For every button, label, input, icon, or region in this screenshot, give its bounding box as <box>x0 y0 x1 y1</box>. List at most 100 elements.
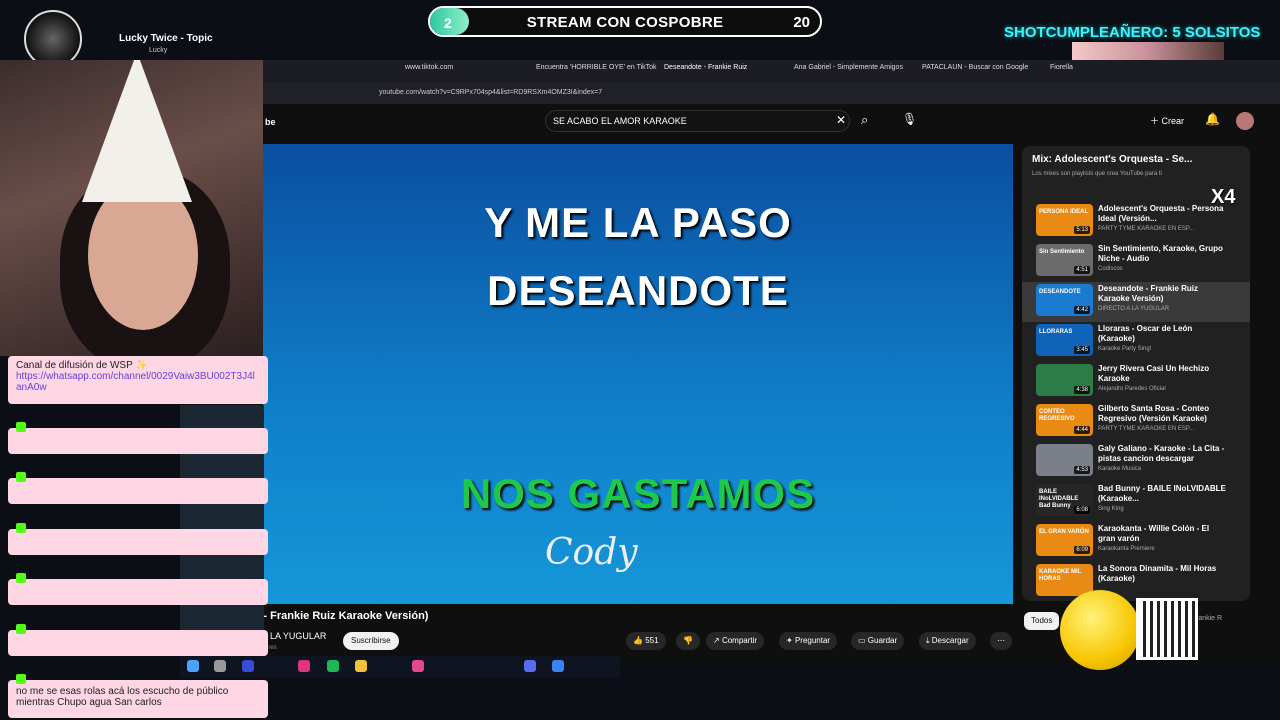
share-label: Compartir <box>721 636 758 645</box>
chat-link[interactable]: https://whatsapp.com/channel/0029Vaiw3BU… <box>16 371 260 393</box>
playlist-item[interactable]: CONTEO REGRESIVO 4:44 Gilberto Santa Rosa … <box>1022 402 1250 442</box>
playlist-item-title: La Sonora Dinamita - Mil Horas (Karaoke) <box>1098 564 1217 583</box>
subscribe-button[interactable]: Suscribirse <box>343 632 399 650</box>
playlist-duration: 4:42 <box>1074 306 1090 314</box>
tab-active-youtube[interactable]: Deseandote - Frankie Ruiz <box>664 64 747 71</box>
party-hat-icon <box>82 60 192 202</box>
chat-message <box>8 422 268 454</box>
playlist-thumbnail: EL GRAN VARÓN 6:09 <box>1036 524 1093 556</box>
tiktok-icon[interactable] <box>298 660 310 672</box>
search-icon[interactable]: ⌕ <box>861 112 868 128</box>
url-input[interactable]: youtube.com/watch?v=C9RPx704sp4&list=RD9… <box>365 86 955 100</box>
playlist-title: Mix: Adolescent's Orquesta - Se... <box>1032 154 1193 165</box>
app-icon[interactable] <box>552 660 564 672</box>
playlist-duration: 4:51 <box>1074 266 1090 274</box>
tab-ana-gabriel[interactable]: Ana Gabriel - Simplemente Amigos <box>794 64 903 71</box>
playlist-item-title: Gilberto Santa Rosa - Conteo Regresivo (… <box>1098 404 1210 423</box>
folder-icon[interactable] <box>355 660 367 672</box>
download-button[interactable]: ⤓ Descargar <box>919 632 976 650</box>
app-icon[interactable] <box>412 660 424 672</box>
discord-icon[interactable] <box>524 660 536 672</box>
ask-button[interactable]: ✦ Preguntar <box>779 632 838 650</box>
thumbnail-text: PERSONA IDEAL <box>1039 209 1089 215</box>
thumbnail-text: Sin Sentimiento <box>1039 249 1085 255</box>
video-player[interactable]: Y ME LA PASO DESEANDOTE NOS GASTAMOS Cod… <box>263 144 1013 604</box>
playlist-item[interactable]: EL GRAN VARÓN 6:09 Karaokanta - Willie Col… <box>1022 522 1250 562</box>
playlist-item[interactable]: LLORARAS 3:45 Lloraras - Oscar de León (Ka… <box>1022 322 1250 362</box>
kick-badge-icon <box>16 472 26 482</box>
playlist-thumbnail: LLORARAS 3:45 <box>1036 324 1093 356</box>
save-button[interactable]: ▭ Guardar <box>851 632 905 650</box>
tab-tiktok[interactable]: www.tiktok.com <box>405 64 453 71</box>
ask-label: Preguntar <box>794 636 831 645</box>
playlist-subtitle: Los mixes son playlists que crea YouTube… <box>1032 171 1162 177</box>
playlist-item[interactable]: 4:38 Jerry Rivera Casi Un Hechizo Karaoke… <box>1022 362 1250 402</box>
more-actions-button[interactable]: ⋯ <box>990 632 1012 650</box>
playlist-item[interactable]: KARAOKE MIL HORAS La Sonora Dinamita - Mi… <box>1022 562 1250 601</box>
playlist-thumbnail: DESEANDOTE 4:42 <box>1036 284 1093 316</box>
kick-badge-icon <box>16 422 26 432</box>
playlist-item-channel: Karaoke Party Sing! <box>1098 346 1152 352</box>
like-button[interactable]: 👍 551 <box>626 632 666 650</box>
chat-message <box>8 624 268 656</box>
playlist-duration: 6:09 <box>1074 546 1090 554</box>
kick-badge-icon <box>16 523 26 533</box>
filter-chip-next[interactable]: rankie R <box>1196 615 1222 622</box>
goal-target: 20 <box>793 14 810 31</box>
kick-badge-icon <box>16 573 26 583</box>
kick-badge-icon <box>16 624 26 634</box>
playlist-item-channel: PARTY TYME KARAOKE EN ESP... <box>1098 226 1195 232</box>
kick-badge-icon <box>16 674 26 684</box>
tab-google-search[interactable]: PATACLAUN - Buscar con Google <box>922 64 1028 71</box>
emoji-character-overlay <box>1060 590 1140 670</box>
playlist-item-channel: DIRECTO A LA YUGULAR <box>1098 306 1170 312</box>
dislike-button[interactable]: 👎 <box>676 632 700 650</box>
tab-tiktok-search[interactable]: Encuentra 'HORRIBLE OYE' en TikTok <box>536 64 657 71</box>
chat-text: no me se esas rolas acá los escucho de p… <box>16 686 229 708</box>
playlist-thumbnail: Sin Sentimiento 4:51 <box>1036 244 1093 276</box>
playlist-item[interactable]: DESEANDOTE 4:42 Deseandote - Frankie Ruiz … <box>1022 282 1250 322</box>
lyric-line-1: Y ME LA PASO <box>484 199 792 246</box>
youtube-logo[interactable]: be <box>265 117 276 127</box>
playlist-thumbnail: BAILE INoLVIDABLE Bad Bunny 6:08 <box>1036 484 1093 516</box>
spotify-icon[interactable] <box>327 660 339 672</box>
tab-fiorella[interactable]: Fiorella <box>1050 64 1073 71</box>
channel-name[interactable]: LA YUGULAR <box>270 631 326 641</box>
search-taskbar-icon[interactable] <box>214 660 226 672</box>
clear-search-icon[interactable]: ✕ <box>836 113 846 127</box>
playlist-item-channel: Karaoke Musica <box>1098 466 1142 472</box>
create-button[interactable]: ＋ Crear <box>1150 114 1184 127</box>
playlist-thumbnail: PERSONA IDEAL 5:13 <box>1036 204 1093 236</box>
lyric-line-2: DESEANDOTE <box>487 267 789 314</box>
song-title: Lucky Twice - Topic <box>119 33 213 44</box>
mic-icon[interactable]: 🎙 <box>902 112 917 126</box>
share-button[interactable]: ↗ Compartir <box>706 632 765 650</box>
playlist-item-channel: Alejandro Paredes Oficial <box>1098 386 1166 392</box>
goal-label: STREAM CON COSPOBRE <box>526 14 724 31</box>
search-value: SE ACABO EL AMOR KARAOKE <box>553 116 687 126</box>
watermark-logo: Cody <box>545 532 638 573</box>
playlist-thumbnail: CONTEO REGRESIVO 4:44 <box>1036 404 1093 436</box>
playlist-duration: 6:08 <box>1074 506 1090 514</box>
playlist-item-title: Karaokanta - Willie Colón - El gran varó… <box>1098 524 1210 543</box>
playlist-item-channel: Karaokanta Premiere <box>1098 546 1155 552</box>
stream-goal-bar: 2 STREAM CON COSPOBRE 20 <box>428 6 822 37</box>
playlist-duration: 3:45 <box>1074 346 1090 354</box>
playlist-item[interactable]: Sin Sentimiento 4:51 Sin Sentimiento, Kara… <box>1022 242 1250 282</box>
playlist-item[interactable]: BAILE INoLVIDABLE Bad Bunny 6:08 Bad Bunny… <box>1022 482 1250 522</box>
avatar[interactable] <box>1236 112 1254 130</box>
playlist-panel: Mix: Adolescent's Orquesta - Se... Los m… <box>1022 146 1250 601</box>
chat-message: Canal de difusión de WSP ✨ https://whats… <box>8 356 268 404</box>
windows-start-icon[interactable] <box>187 660 199 672</box>
playlist-item-title: Deseandote - Frankie Ruiz Karaoke Versió… <box>1098 284 1199 303</box>
notifications-bell-icon[interactable]: 🔔 <box>1205 112 1220 126</box>
filter-chip-all[interactable]: Todos <box>1024 612 1060 630</box>
playlist-item[interactable]: 4:53 Galy Galiano - Karaoke - La Cita - p… <box>1022 442 1250 482</box>
thumbnail-text: EL GRAN VARÓN <box>1039 529 1089 535</box>
search-input[interactable]: SE ACABO EL AMOR KARAOKE <box>545 110 850 132</box>
playlist-duration: 5:13 <box>1074 226 1090 234</box>
premiere-icon[interactable] <box>242 660 254 672</box>
playlist-item-channel: PARTY TYME KARAOKE EN ESP... <box>1098 426 1195 432</box>
chat-message <box>8 573 268 605</box>
playlist-duration: 4:38 <box>1074 386 1090 394</box>
